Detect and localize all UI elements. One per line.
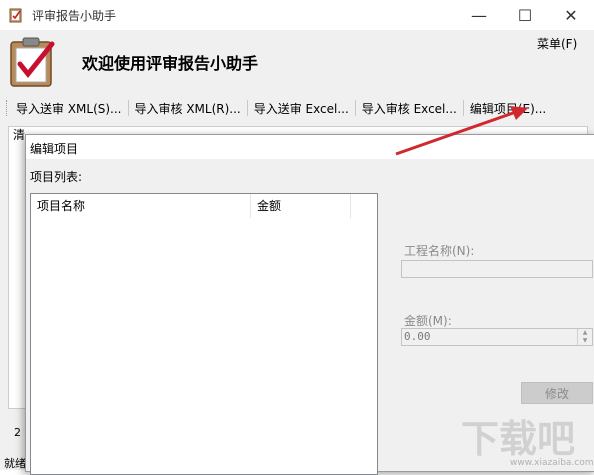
stepper-down-icon[interactable]: ▼ xyxy=(578,337,592,345)
import-audit-excel-button[interactable]: 导入审核 Excel... xyxy=(356,100,463,117)
status-text: 就绪 xyxy=(4,457,26,470)
project-name-label: 工程名称(N): xyxy=(404,244,475,258)
watermark-url: www.xiazaiba.com xyxy=(510,458,594,468)
amount-stepper[interactable]: 0.00 ▲ ▼ xyxy=(401,328,593,346)
amount-label: 金额(M): xyxy=(404,314,452,328)
title-bar: 评审报告小助手 — ☐ ✕ xyxy=(0,0,594,30)
clipboard-logo-icon xyxy=(10,37,55,87)
stepper-up-icon[interactable]: ▲ xyxy=(578,329,592,337)
amount-value: 0.00 xyxy=(404,330,431,343)
dialog-title-bar: 编辑项目 xyxy=(26,135,594,159)
toolbar: 导入送审 XML(S)... 导入审核 XML(R)... 导入送审 Excel… xyxy=(0,96,594,120)
column-header-project-name[interactable]: 项目名称 xyxy=(31,194,251,218)
column-header-amount[interactable]: 金额 xyxy=(251,194,351,218)
edit-project-button[interactable]: 编辑项目(E)... xyxy=(464,100,552,117)
project-list-label: 项目列表: xyxy=(30,170,83,184)
import-review-excel-button[interactable]: 导入送审 Excel... xyxy=(248,100,355,117)
minimize-button[interactable]: — xyxy=(456,0,502,30)
project-name-input[interactable] xyxy=(401,260,593,278)
app-clipboard-icon xyxy=(9,8,22,23)
project-list[interactable]: 项目名称 金额 xyxy=(30,193,378,475)
menu-button[interactable]: 菜单(F) xyxy=(537,35,577,52)
row-count: 2 xyxy=(14,426,21,439)
window-title: 评审报告小助手 xyxy=(32,9,117,23)
modify-button[interactable]: 修改 xyxy=(521,382,593,404)
stepper-buttons[interactable]: ▲ ▼ xyxy=(577,329,592,345)
welcome-heading: 欢迎使用评审报告小助手 xyxy=(82,54,259,73)
edit-project-dialog: 编辑项目 项目列表: 项目名称 金额 工程名称(N): 金额(M): 0.00 … xyxy=(25,134,594,475)
close-button[interactable]: ✕ xyxy=(548,0,594,30)
maximize-button[interactable]: ☐ xyxy=(502,0,548,30)
import-review-xml-button[interactable]: 导入送审 XML(S)... xyxy=(10,100,128,117)
dialog-title: 编辑项目 xyxy=(30,142,79,156)
import-audit-xml-button[interactable]: 导入审核 XML(R)... xyxy=(129,100,247,117)
